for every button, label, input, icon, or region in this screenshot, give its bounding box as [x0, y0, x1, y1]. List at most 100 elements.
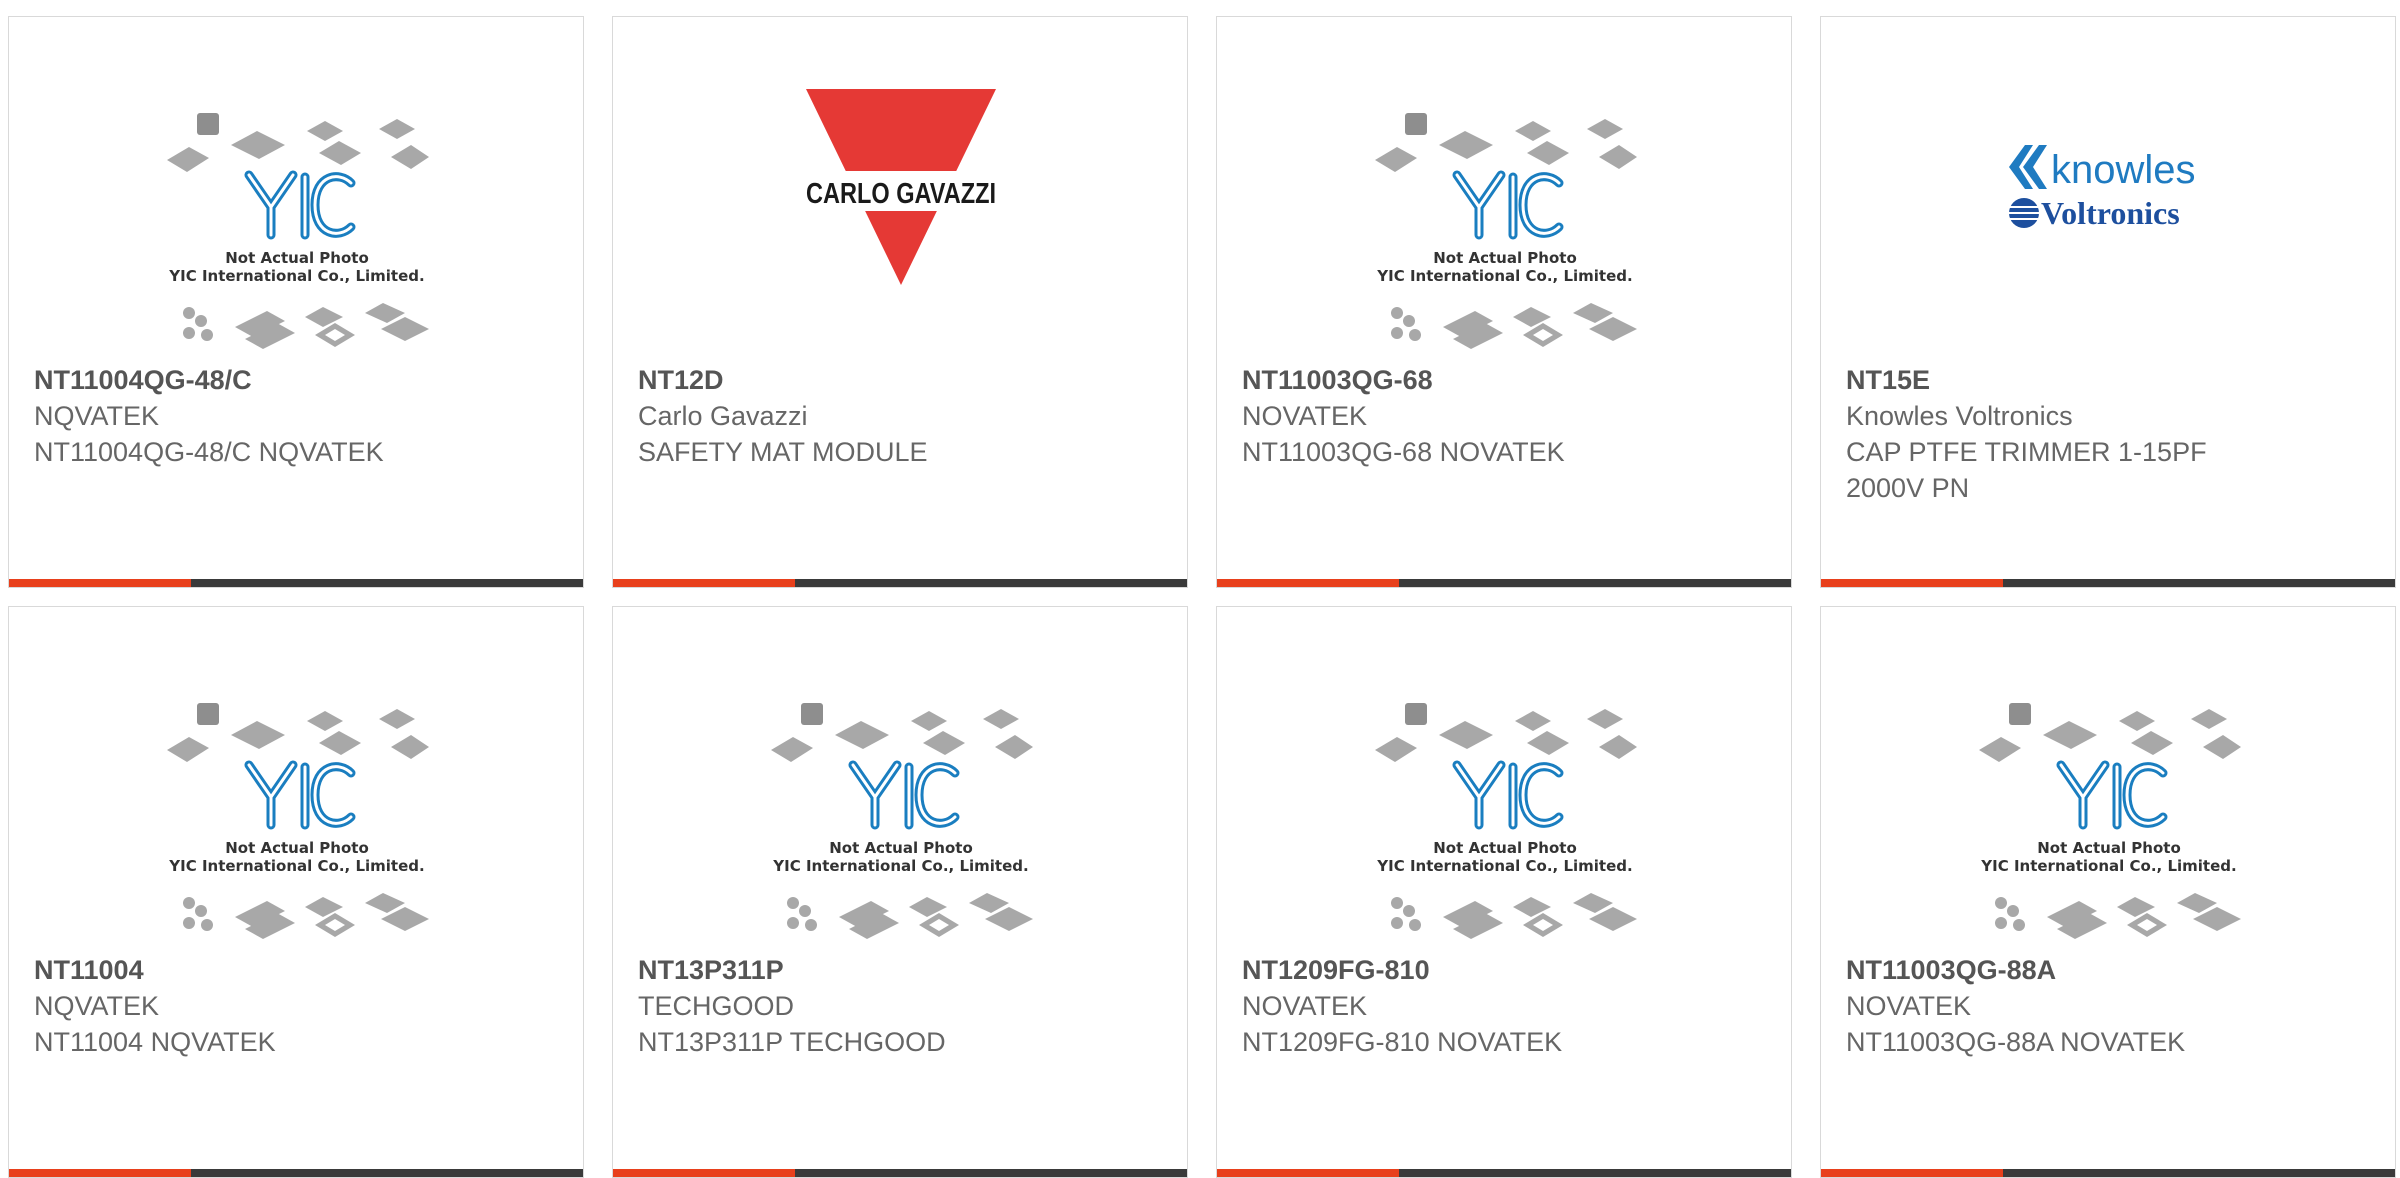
product-card[interactable]: Not Actual Photo YIC International Co., …: [612, 606, 1188, 1178]
company-name-text: YIC International Co., Limited.: [772, 857, 1028, 875]
part-number[interactable]: NT11003QG-68: [1242, 362, 1766, 398]
card-accent-bar: [1217, 1169, 1399, 1177]
manufacturer-name: NOVATEK: [1846, 991, 1972, 1021]
product-card[interactable]: Not Actual Photo YIC International Co., …: [1216, 606, 1792, 1178]
manufacturer-name: NOVATEK: [1242, 401, 1368, 431]
product-description: CAP PTFE TRIMMER 1-15PF 2000V PN: [1846, 437, 2207, 503]
chip-icons-top: [771, 703, 1033, 762]
company-name-text: YIC International Co., Limited.: [1376, 267, 1632, 285]
part-number[interactable]: NT11004: [34, 952, 558, 988]
knowles-logo-text: knowles: [2051, 148, 2196, 192]
card-bottom-bar: [613, 1169, 1187, 1177]
product-info: NT12D Carlo Gavazzi SAFETY MAT MODULE: [638, 362, 1162, 470]
product-image[interactable]: knowles Voltronics: [1821, 17, 2395, 357]
product-description: NT13P311P TECHGOOD: [638, 1027, 946, 1057]
yic-logo: [1452, 760, 1564, 830]
card-accent-bar: [9, 579, 191, 587]
manufacturer-name: Carlo Gavazzi: [638, 401, 808, 431]
product-description: SAFETY MAT MODULE: [638, 437, 928, 467]
product-description: NT11003QG-88A NOVATEK: [1846, 1027, 2186, 1057]
product-info: NT11003QG-88A NOVATEK NT11003QG-88A NOVATE…: [1846, 952, 2370, 1060]
not-actual-photo-image: Not Actual Photo YIC International Co., …: [1979, 703, 2241, 939]
company-name-text: YIC International Co., Limited.: [168, 857, 424, 875]
manufacturer-name: NOVATEK: [1242, 991, 1368, 1021]
chip-icons-bottom: [183, 893, 429, 939]
not-actual-photo-text: Not Actual Photo: [829, 839, 973, 857]
card-accent-bar: [1821, 579, 2003, 587]
product-info: NT15E Knowles Voltronics CAP PTFE TRIMMER …: [1846, 362, 2370, 506]
product-info: NT1209FG-810 NOVATEK NT1209FG-810 NOVATEK: [1242, 952, 1766, 1060]
product-info: NT11003QG-68 NOVATEK NT11003QG-68 NOVATEK: [1242, 362, 1766, 470]
product-image[interactable]: Not Actual Photo YIC International Co., …: [613, 607, 1187, 947]
product-image[interactable]: Not Actual Photo YIC International Co., …: [9, 17, 583, 357]
card-bottom-bar: [9, 1169, 583, 1177]
product-image[interactable]: Not Actual Photo YIC International Co., …: [9, 607, 583, 947]
card-accent-bar: [1821, 1169, 2003, 1177]
part-number[interactable]: NT11004QG-48/C: [34, 362, 558, 398]
product-card[interactable]: Not Actual Photo YIC International Co., …: [1820, 606, 2396, 1178]
not-actual-photo-text: Not Actual Photo: [1433, 249, 1577, 267]
product-description: NT11004QG-48/C NQVATEK: [34, 437, 384, 467]
not-actual-photo-image: Not Actual Photo YIC International Co., …: [771, 703, 1033, 939]
product-image[interactable]: CARLO GAVAZZI: [613, 17, 1187, 357]
chip-icons-top: [1375, 113, 1637, 172]
product-description: NT11004 NQVATEK: [34, 1027, 276, 1057]
manufacturer-name: NQVATEK: [34, 991, 160, 1021]
product-card[interactable]: Not Actual Photo YIC International Co., …: [8, 16, 584, 588]
chip-icons-bottom: [1391, 303, 1637, 349]
product-image[interactable]: Not Actual Photo YIC International Co., …: [1217, 607, 1791, 947]
yic-logo: [848, 760, 960, 830]
manufacturer-name: TECHGOOD: [638, 991, 795, 1021]
carlo-gavazzi-logo-text: CARLO GAVAZZI: [806, 178, 996, 210]
not-actual-photo-image: Not Actual Photo YIC International Co., …: [167, 113, 429, 349]
card-bottom-bar: [1821, 579, 2395, 587]
company-name-text: YIC International Co., Limited.: [168, 267, 424, 285]
product-image[interactable]: Not Actual Photo YIC International Co., …: [1821, 607, 2395, 947]
product-grid: Not Actual Photo YIC International Co., …: [0, 0, 2400, 1178]
part-number[interactable]: NT11003QG-88A: [1846, 952, 2370, 988]
card-bottom-bar: [613, 579, 1187, 587]
card-bottom-bar: [1217, 1169, 1791, 1177]
part-number[interactable]: NT13P311P: [638, 952, 1162, 988]
voltronics-logo-text: Voltronics: [2041, 195, 2180, 231]
card-accent-bar: [613, 1169, 795, 1177]
card-accent-bar: [1217, 579, 1399, 587]
yic-logo: [244, 760, 356, 830]
chip-icons-top: [1979, 703, 2241, 762]
part-number[interactable]: NT1209FG-810: [1242, 952, 1766, 988]
part-number[interactable]: NT15E: [1846, 362, 2370, 398]
not-actual-photo-text: Not Actual Photo: [225, 839, 369, 857]
product-card[interactable]: CARLO GAVAZZI NT12D Carlo Gavazzi SAFETY M…: [612, 16, 1188, 588]
part-number[interactable]: NT12D: [638, 362, 1162, 398]
company-name-text: YIC International Co., Limited.: [1980, 857, 2236, 875]
not-actual-photo-text: Not Actual Photo: [2037, 839, 2181, 857]
product-info: NT11004QG-48/C NQVATEK NT11004QG-48/C NQVA…: [34, 362, 558, 470]
product-card[interactable]: knowles Voltronics NT15E Knowles Voltroni…: [1820, 16, 2396, 588]
product-image[interactable]: Not Actual Photo YIC International Co., …: [1217, 17, 1791, 357]
not-actual-photo-text: Not Actual Photo: [1433, 839, 1577, 857]
not-actual-photo-image: Not Actual Photo YIC International Co., …: [167, 703, 429, 939]
company-name-text: YIC International Co., Limited.: [1376, 857, 1632, 875]
not-actual-photo-image: Not Actual Photo YIC International Co., …: [1375, 113, 1637, 349]
chip-icons-top: [167, 703, 429, 762]
card-bottom-bar: [1217, 579, 1791, 587]
product-info: NT11004 NQVATEK NT11004 NQVATEK: [34, 952, 558, 1060]
knowles-voltronics-logo: knowles Voltronics: [2009, 145, 2196, 231]
product-info: NT13P311P TECHGOOD NT13P311P TECHGOOD: [638, 952, 1162, 1060]
manufacturer-name: NQVATEK: [34, 401, 160, 431]
chip-icons-bottom: [787, 893, 1033, 939]
chip-icons-bottom: [1391, 893, 1637, 939]
knowles-chevron-icon: [2009, 145, 2047, 189]
yic-logo: [244, 170, 356, 240]
card-accent-bar: [613, 579, 795, 587]
not-actual-photo-text: Not Actual Photo: [225, 249, 369, 267]
product-description: NT11003QG-68 NOVATEK: [1242, 437, 1565, 467]
yic-logo: [2056, 760, 2168, 830]
voltronics-globe-icon: [2009, 198, 2039, 228]
chip-icons-bottom: [183, 303, 429, 349]
product-card[interactable]: Not Actual Photo YIC International Co., …: [1216, 16, 1792, 588]
product-card[interactable]: Not Actual Photo YIC International Co., …: [8, 606, 584, 1178]
yic-logo: [1452, 170, 1564, 240]
not-actual-photo-image: Not Actual Photo YIC International Co., …: [1375, 703, 1637, 939]
chip-icons-bottom: [1995, 893, 2241, 939]
